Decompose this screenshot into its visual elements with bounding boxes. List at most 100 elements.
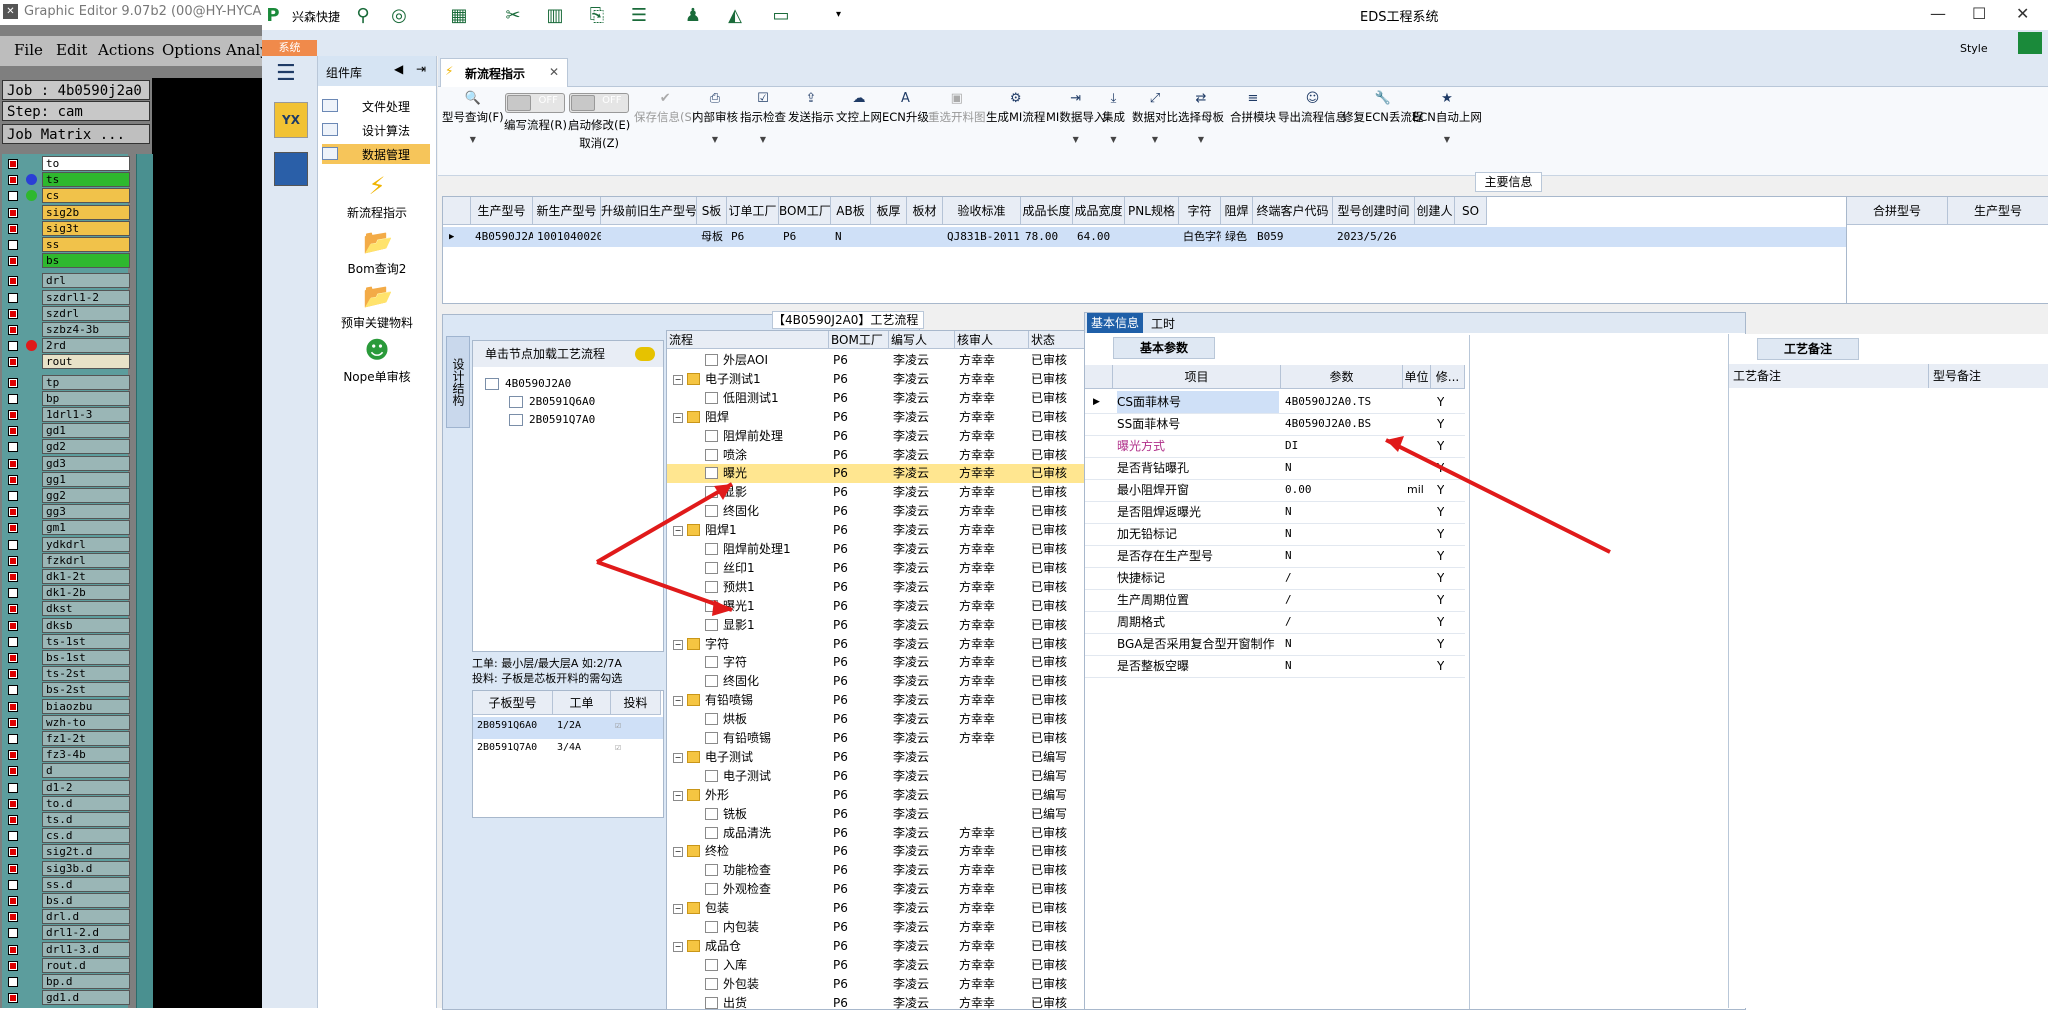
layer-checkbox[interactable] bbox=[8, 191, 18, 202]
ribbon-button-19[interactable]: ★ ECN自动上网 ▼ bbox=[1412, 91, 1482, 144]
param-header[interactable]: 参数 bbox=[1281, 365, 1403, 389]
tree-node-child[interactable]: 2B0591Q6A0 bbox=[509, 395, 595, 408]
layer-checkbox[interactable] bbox=[8, 426, 18, 437]
flow-row[interactable]: 外包装 P6 李凌云 方幸幸 已审核 bbox=[667, 975, 1085, 994]
layer-row[interactable]: fz1-2t bbox=[6, 731, 130, 747]
layer-checkbox[interactable] bbox=[8, 993, 18, 1004]
layer-checkbox[interactable] bbox=[8, 555, 18, 566]
process-flow-tree[interactable]: 流程 BOM工厂 编写人 核审人 状态 外层AOI P6 李凌云 方幸幸 已审核 − 电子测试1 P6 李… bbox=[666, 330, 1086, 1010]
collapse-toggle-icon[interactable]: − bbox=[673, 639, 683, 650]
param-header[interactable]: 单位 bbox=[1403, 365, 1431, 389]
layer-checkbox[interactable] bbox=[8, 717, 18, 728]
layer-checkbox[interactable] bbox=[8, 393, 18, 404]
layer-checkbox[interactable] bbox=[8, 175, 18, 186]
ge-menu-file[interactable]: File bbox=[14, 41, 43, 59]
layer-row[interactable]: to bbox=[6, 156, 130, 172]
close-tab-icon[interactable]: ✕ bbox=[549, 65, 559, 79]
layer-checkbox[interactable] bbox=[8, 572, 18, 582]
layer-checkbox[interactable] bbox=[8, 223, 18, 234]
flow-header[interactable]: 流程 bbox=[667, 331, 829, 349]
collapse-toggle-icon[interactable]: − bbox=[673, 904, 683, 915]
grid-header[interactable]: 阻焊 bbox=[1221, 197, 1253, 225]
layer-row[interactable]: dkst bbox=[6, 601, 130, 617]
dropdown-arrow-icon[interactable]: ▼ bbox=[1412, 135, 1482, 144]
grid-header[interactable]: BOM工厂 bbox=[779, 197, 831, 225]
param-value[interactable]: N bbox=[1285, 457, 1401, 479]
layer-row[interactable]: gd3 bbox=[6, 455, 130, 472]
layer-row[interactable]: fz3-4b bbox=[6, 747, 130, 763]
param-value[interactable]: / bbox=[1285, 611, 1401, 633]
layer-checkbox[interactable] bbox=[8, 669, 18, 680]
layer-checkbox[interactable] bbox=[8, 276, 18, 287]
collapse-toggle-icon[interactable]: − bbox=[673, 941, 683, 952]
flow-row[interactable]: 曝光 P6 李凌云 方幸幸 已审核 bbox=[667, 464, 1085, 484]
layer-checkbox[interactable] bbox=[8, 847, 18, 858]
flow-header[interactable]: 状态 bbox=[1029, 331, 1085, 349]
flow-row[interactable]: 内包装 P6 李凌云 方幸幸 已审核 bbox=[667, 918, 1085, 937]
grid-header[interactable]: SO bbox=[1455, 197, 1487, 225]
layer-checkbox[interactable] bbox=[8, 159, 18, 169]
flow-row[interactable]: 终固化 P6 李凌云 方幸幸 已审核 bbox=[667, 672, 1085, 691]
layer-row[interactable]: tp bbox=[6, 374, 130, 391]
layer-checkbox[interactable] bbox=[8, 815, 18, 825]
param-row[interactable]: 周期格式 / Y bbox=[1085, 611, 1465, 634]
layer-checkbox[interactable] bbox=[8, 653, 18, 663]
ribbon-button-5[interactable]: ⎙ 内部审核 ▼ bbox=[692, 91, 738, 144]
param-row[interactable]: 生产周期位置 / Y bbox=[1085, 589, 1465, 612]
layer-checkbox[interactable] bbox=[8, 896, 18, 906]
film-icon[interactable]: ▥ bbox=[544, 5, 566, 27]
system-tab[interactable]: 系统 bbox=[262, 40, 317, 56]
layer-checkbox[interactable] bbox=[8, 523, 18, 534]
flow-row[interactable]: 烘板 P6 李凌云 方幸幸 已审核 bbox=[667, 710, 1085, 729]
flow-row[interactable]: 铣板 P6 李凌云 已编写 bbox=[667, 805, 1085, 824]
layer-row[interactable]: bs.d bbox=[6, 893, 130, 909]
layer-checkbox[interactable] bbox=[8, 474, 18, 485]
ribbon-button-16[interactable]: ≡ 合拼模块 bbox=[1230, 91, 1276, 125]
collapse-toggle-icon[interactable]: − bbox=[673, 696, 683, 707]
layer-row[interactable]: szbz4-3b bbox=[6, 322, 130, 338]
layer-checkbox[interactable] bbox=[8, 325, 18, 335]
layer-checkbox[interactable] bbox=[8, 588, 18, 599]
layer-checkbox[interactable] bbox=[8, 442, 18, 453]
grid-header[interactable]: 验收标准 bbox=[943, 197, 1021, 225]
layer-row[interactable]: biaozbu bbox=[6, 698, 130, 715]
note-tab[interactable]: 工艺备注 bbox=[1757, 338, 1859, 360]
layer-checkbox[interactable] bbox=[8, 341, 18, 352]
list-icon[interactable]: ☰ bbox=[628, 5, 650, 27]
flow-header[interactable]: BOM工厂 bbox=[829, 331, 889, 349]
layer-checkbox[interactable] bbox=[8, 766, 18, 777]
grid-header[interactable]: 子板型号 bbox=[473, 691, 553, 715]
ge-layer-list[interactable]: to ts cs sig2b sig3t ss bs drl szdrl1-2 szdrl szbz… bbox=[2, 154, 130, 1008]
pin-icon[interactable]: ⇥ bbox=[416, 62, 426, 76]
lifebuoy-icon[interactable]: ◎ bbox=[388, 5, 410, 27]
node-tree[interactable]: 单击节点加载工艺流程 4B0590J2A0 2B0591Q6A0 2B0591Q… bbox=[472, 340, 664, 652]
param-header[interactable]: 修... bbox=[1431, 365, 1465, 389]
flow-row[interactable]: 字符 P6 李凌云 方幸幸 已审核 bbox=[667, 653, 1085, 672]
layer-row[interactable]: drl1-2.d bbox=[6, 925, 130, 941]
grid-header[interactable]: 订单工厂 bbox=[727, 197, 779, 225]
grid-header[interactable]: 板材 bbox=[907, 197, 943, 225]
layer-checkbox[interactable] bbox=[8, 912, 18, 923]
minimize-icon[interactable]: — bbox=[1930, 4, 1946, 23]
dropdown-arrow-icon[interactable]: ▼ bbox=[1046, 135, 1105, 144]
grid-header[interactable]: 生产型号 bbox=[1948, 197, 2048, 225]
dropdown-arrow-icon[interactable]: ▼ bbox=[1102, 135, 1125, 144]
collapse-toggle-icon[interactable]: − bbox=[673, 790, 683, 801]
flow-header[interactable]: 核审人 bbox=[955, 331, 1029, 349]
grid-header[interactable]: 投料 bbox=[611, 691, 661, 715]
key-material-button[interactable]: 📂 预审关键物料 bbox=[318, 282, 436, 331]
search-icon[interactable]: ⚲ bbox=[352, 5, 374, 27]
layer-row[interactable]: ss bbox=[6, 237, 130, 253]
layer-row[interactable]: cs bbox=[6, 188, 130, 204]
layer-checkbox[interactable] bbox=[8, 928, 18, 939]
layer-checkbox[interactable] bbox=[8, 357, 18, 368]
ribbon-button-13[interactable]: ⤓ 集成 ▼ bbox=[1102, 91, 1125, 144]
ribbon-button-8[interactable]: ☁ 文控上网 bbox=[836, 91, 882, 125]
ge-canvas[interactable] bbox=[152, 78, 262, 1008]
param-value[interactable]: N bbox=[1285, 501, 1401, 523]
layer-checkbox[interactable] bbox=[8, 782, 18, 793]
param-row[interactable]: SS面菲林号 4B0590J2A0.BS Y bbox=[1085, 413, 1465, 436]
layer-row[interactable]: 2rd bbox=[6, 338, 130, 354]
layer-checkbox[interactable] bbox=[8, 491, 18, 501]
param-row[interactable]: 加无铅标记 N Y bbox=[1085, 523, 1465, 546]
